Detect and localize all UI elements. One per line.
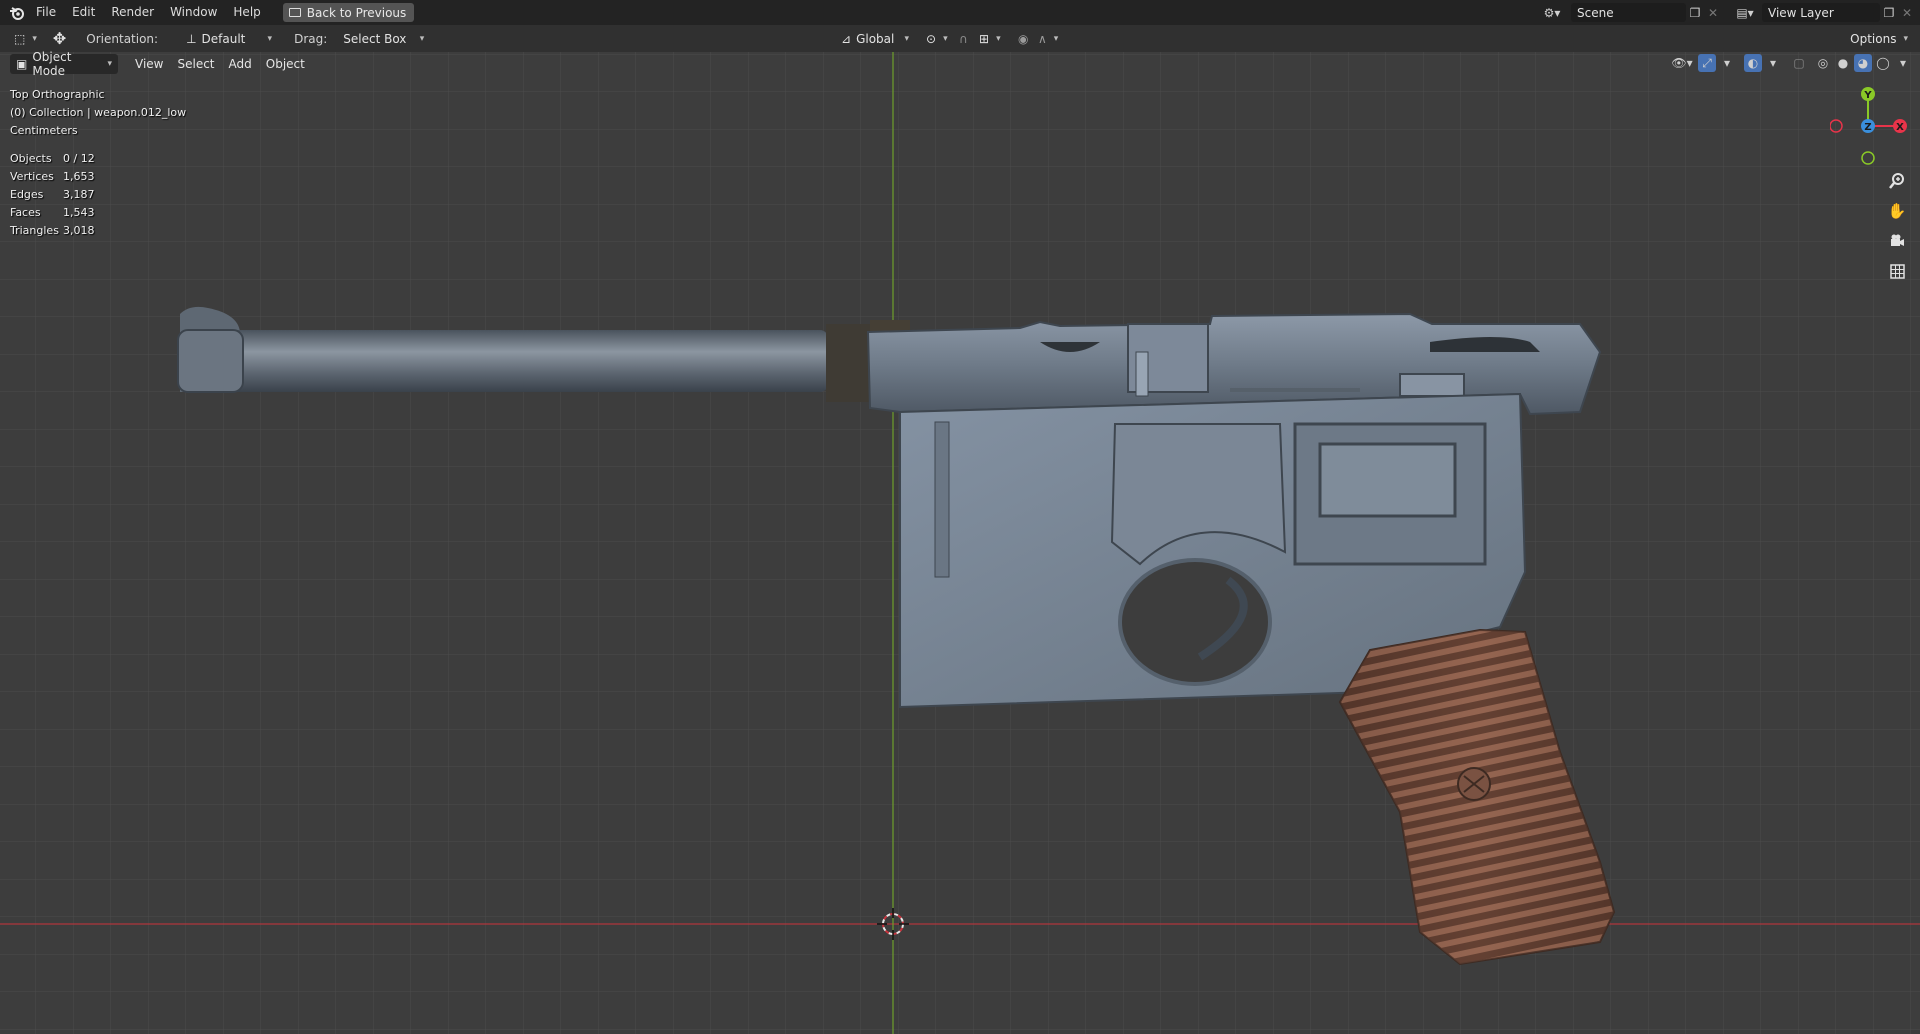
stat-row: Objects 0 / 12 [10, 150, 95, 168]
gizmo-neg-y-axis [1861, 151, 1875, 165]
snap-increment-icon: ⊞ [979, 31, 990, 46]
cube-icon: ⬚ [14, 31, 26, 46]
rendered-shading-icon[interactable]: ◯ [1874, 54, 1892, 72]
top-menu-bar: File Edit Render Window Help Back to Pre… [0, 0, 1920, 25]
viewport-header: ▣ Object Mode ▾ View Select Add Object [0, 50, 1920, 78]
stat-row: Vertices 1,653 [10, 168, 95, 186]
options-dropdown[interactable]: Options ▾ [1844, 29, 1914, 49]
screen-icon [288, 8, 301, 17]
editor-type-dropdown[interactable]: ⬚ ▾ [8, 29, 43, 49]
viewport-grid [0, 52, 1920, 1034]
orientation-label: Orientation: [86, 31, 159, 46]
wireframe-shading-icon[interactable]: ◎ [1814, 54, 1832, 72]
menu-help[interactable]: Help [225, 0, 268, 25]
view-layer-field[interactable]: View Layer [1762, 3, 1880, 22]
stat-value: 3,187 [63, 188, 95, 201]
orientation-value: Default [201, 31, 246, 46]
scene-field[interactable]: Scene [1571, 3, 1686, 22]
camera-icon[interactable] [1884, 228, 1910, 254]
axes-icon: ⊥ [186, 31, 197, 46]
material-shading-icon[interactable]: ◕ [1854, 54, 1872, 72]
stat-label: Edges [10, 188, 44, 201]
stat-label: Triangles [10, 224, 59, 237]
viewport-overlay-info: Top Orthographic (0) Collection | weapon… [10, 86, 186, 140]
new-view-layer-icon[interactable]: ❐ [1880, 4, 1898, 22]
falloff-curve-icon: ∧ [1038, 31, 1047, 46]
snap-toggle[interactable]: ∩ [953, 29, 974, 49]
gizmo-neg-x-axis [1830, 119, 1843, 133]
stat-label: Vertices [10, 170, 54, 183]
pivot-icon: ⊙ [926, 31, 937, 46]
options-label: Options [1850, 31, 1897, 46]
hand-icon[interactable]: ✋ [1884, 198, 1910, 224]
xray-toggle-icon[interactable]: ▢ [1790, 54, 1808, 72]
move-tool-icon[interactable]: ✥ [47, 29, 72, 49]
navigation-gizmo[interactable]: Y X Z [1830, 84, 1910, 174]
back-to-previous-label: Back to Previous [306, 5, 407, 20]
3d-viewport[interactable] [0, 52, 1920, 1034]
back-to-previous-button[interactable]: Back to Previous [282, 3, 415, 22]
menu-edit[interactable]: Edit [64, 0, 103, 25]
scene-name: Scene [1577, 5, 1614, 20]
transform-orientation-dropdown[interactable]: ⊿ Global ▾ [835, 29, 915, 49]
svg-text:Y: Y [1863, 90, 1872, 101]
viewport-display-controls: 👁▾ ⤢ ▾ ◐ ▾ ▢ ◎ ● ◕ ◯ ▾ [1668, 54, 1912, 72]
tool-settings-header: ⬚ ▾ ✥ Orientation: ⊥ Default ▾ Drag: Sele… [0, 25, 1920, 52]
magnet-icon: ∩ [959, 31, 968, 46]
orientation-dropdown[interactable]: ⊥ Default ▾ [180, 29, 278, 49]
object-mode-icon: ▣ [16, 57, 28, 71]
view-name: Top Orthographic [10, 88, 105, 101]
new-scene-icon[interactable]: ❐ [1686, 4, 1704, 22]
viewport-menu-select[interactable]: Select [170, 52, 221, 76]
scene-statistics: Objects 0 / 12 Vertices 1,653 Edges 3,187 F… [10, 150, 95, 240]
global-axes-icon: ⊿ [841, 31, 852, 46]
shading-dropdown[interactable]: ▾ [1894, 54, 1912, 72]
gizmo-toggle-icon[interactable]: ⤢ [1698, 54, 1716, 72]
snap-target-dropdown[interactable]: ⊞ ▾ [973, 29, 1007, 49]
stat-label: Faces [10, 206, 41, 219]
blender-logo-icon[interactable] [6, 2, 28, 24]
delete-view-layer-icon[interactable]: ✕ [1898, 4, 1916, 22]
menu-window[interactable]: Window [162, 0, 225, 25]
pivot-point-dropdown[interactable]: ⊙ ▾ [920, 29, 954, 49]
falloff-dropdown[interactable]: ∧ ▾ [1032, 29, 1064, 49]
viewport-menu-object[interactable]: Object [259, 52, 312, 76]
scene-icon[interactable]: ⚙▾ [1537, 4, 1567, 22]
visibility-icon[interactable]: 👁▾ [1668, 54, 1696, 72]
stat-value: 0 / 12 [63, 152, 95, 165]
viewport-menu-add[interactable]: Add [222, 52, 259, 76]
svg-text:X: X [1896, 122, 1904, 133]
stat-value: 1,653 [63, 170, 95, 183]
overlays-toggle-icon[interactable]: ◐ [1744, 54, 1762, 72]
view-layer-name: View Layer [1768, 5, 1834, 20]
menu-file[interactable]: File [28, 0, 64, 25]
viewport-menu-view[interactable]: View [128, 52, 170, 76]
transform-orientation-value: Global [856, 31, 895, 46]
delete-scene-icon[interactable]: ✕ [1704, 4, 1722, 22]
proportional-edit-icon: ◉ [1018, 31, 1029, 46]
drag-label: Drag: [294, 31, 328, 46]
mode-value: Object Mode [32, 50, 72, 78]
unit-system: Centimeters [10, 124, 78, 137]
stat-row: Triangles 3,018 [10, 222, 95, 240]
view-layer-icon[interactable]: ▤▾ [1730, 4, 1760, 22]
stat-value: 3,018 [63, 224, 95, 237]
mode-dropdown[interactable]: ▣ Object Mode ▾ [10, 50, 118, 78]
stat-row: Faces 1,543 [10, 204, 95, 222]
grid-icon[interactable] [1884, 258, 1910, 284]
overlays-dropdown[interactable]: ▾ [1764, 54, 1782, 72]
stat-label: Objects [10, 152, 52, 165]
drag-dropdown[interactable]: Select Box ▾ [337, 29, 430, 49]
gizmo-dropdown[interactable]: ▾ [1718, 54, 1736, 72]
stat-value: 1,543 [63, 206, 95, 219]
solid-shading-icon[interactable]: ● [1834, 54, 1852, 72]
stat-row: Edges 3,187 [10, 186, 95, 204]
active-collection: (0) Collection | weapon.012_low [10, 106, 187, 119]
menu-render[interactable]: Render [103, 0, 162, 25]
zoom-icon[interactable] [1884, 168, 1910, 194]
svg-text:Z: Z [1864, 122, 1871, 133]
drag-value: Select Box [343, 31, 407, 46]
